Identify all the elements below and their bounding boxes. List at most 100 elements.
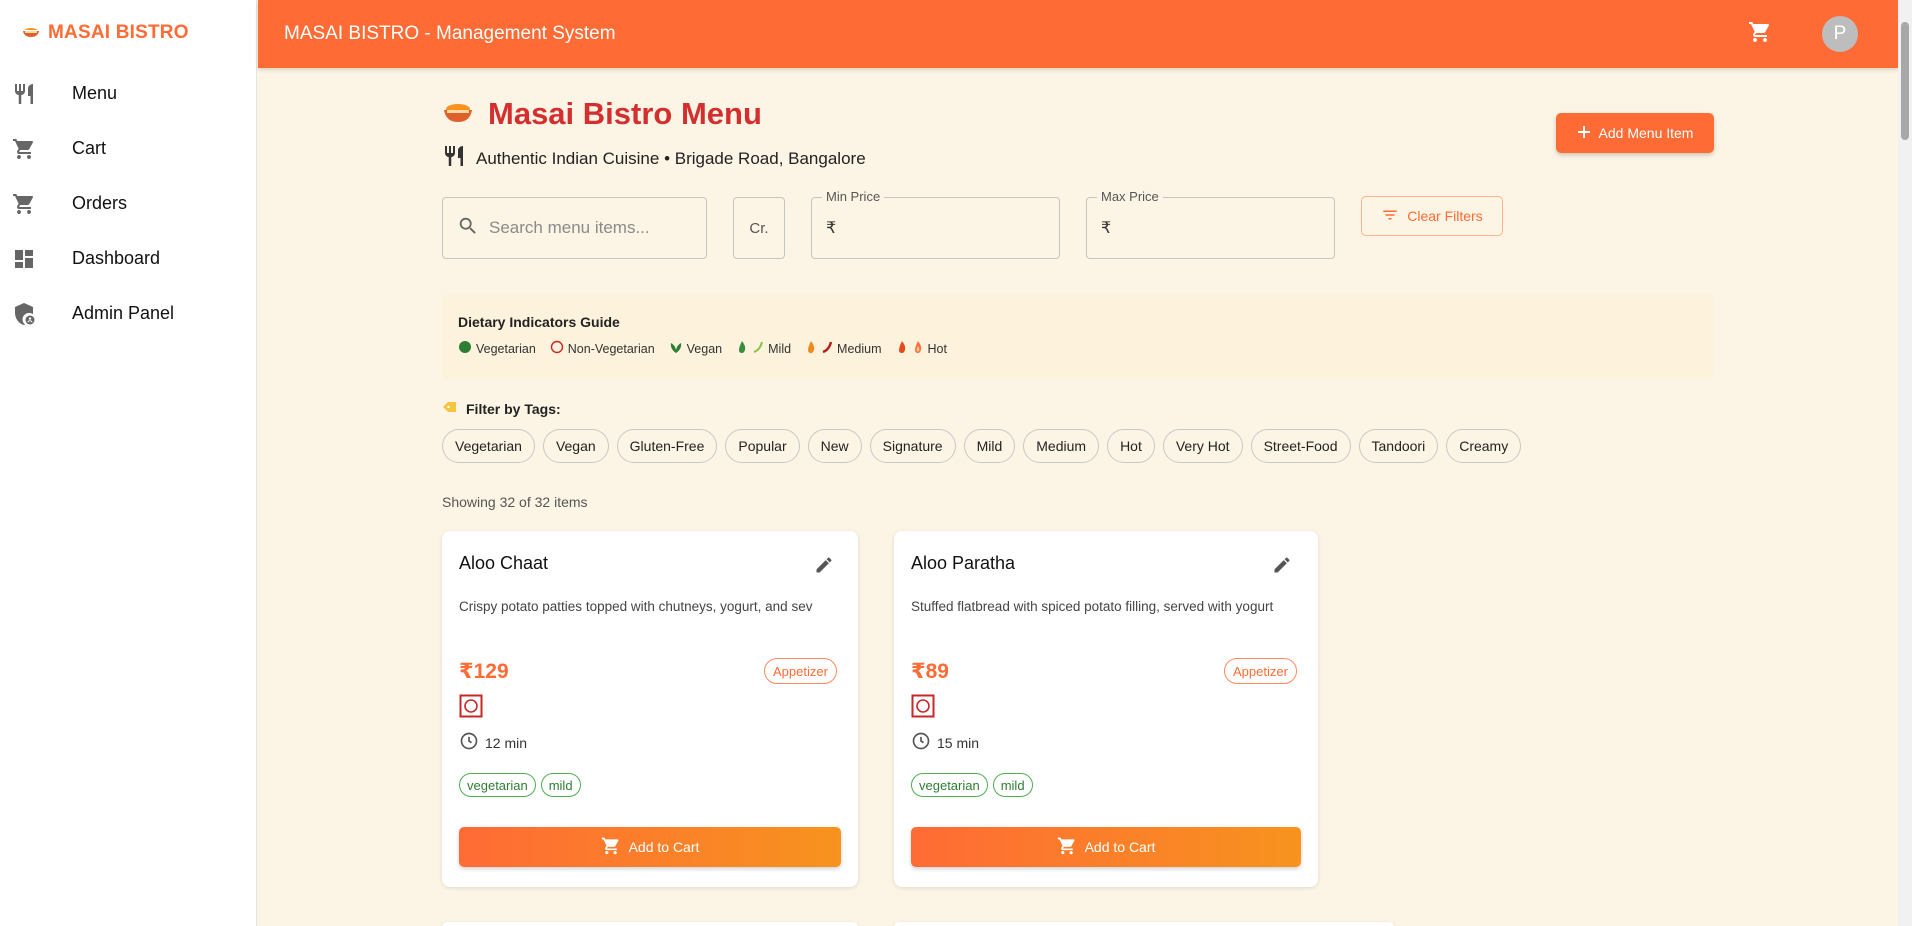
dietary-item-non-vegetarian: Non-Vegetarian: [550, 340, 655, 357]
sidebar-item-label: Admin Panel: [72, 303, 175, 323]
add-menu-item-button[interactable]: Add Menu Item: [1556, 113, 1714, 153]
dietary-guide-items: Vegetarian Non-Vegetarian Vegan Mild Med…: [458, 340, 1698, 357]
tag-chip-medium[interactable]: Medium: [1023, 429, 1100, 463]
clear-filters-button[interactable]: Clear Filters: [1361, 196, 1503, 236]
plus-icon: [1577, 125, 1591, 142]
dietary-item-vegan: Vegan: [669, 340, 722, 357]
main-content: Masai Bistro Menu Authentic Indian Cuisi…: [258, 68, 1898, 926]
tag-chip-street-food[interactable]: Street-Food: [1250, 429, 1351, 463]
edit-icon[interactable]: [1272, 555, 1292, 580]
tag-chip-vegetarian[interactable]: Vegetarian: [442, 429, 535, 463]
header-title: MASAI BISTRO - Management System: [284, 23, 616, 44]
dietary-guide: Dietary Indicators Guide Vegetarian Non-…: [442, 294, 1714, 380]
page-title: Masai Bistro Menu: [488, 96, 762, 131]
sidebar-item-menu[interactable]: Menu: [0, 66, 256, 121]
item-tag: vegetarian: [911, 773, 988, 797]
sidebar-item-dashboard[interactable]: Dashboard: [0, 231, 256, 286]
add-to-cart-button[interactable]: Add to Cart: [459, 827, 841, 867]
scrollbar-thumb[interactable]: [1901, 22, 1909, 140]
tag-chip-mild[interactable]: Mild: [963, 429, 1016, 463]
max-price-field[interactable]: Max Price ₹: [1086, 189, 1335, 259]
prep-time-value: 12 min: [485, 734, 528, 751]
utensils-icon: [442, 144, 466, 173]
tag-chip-new[interactable]: New: [807, 429, 862, 463]
sidebar-item-orders[interactable]: Orders: [0, 176, 256, 231]
min-price-field[interactable]: Min Price ₹: [811, 189, 1060, 259]
dietary-item-hot: Hot: [896, 340, 947, 357]
tag-chip-gluten-free[interactable]: Gluten-Free: [616, 429, 718, 463]
add-menu-item-label: Add Menu Item: [1598, 125, 1694, 141]
page-subtitle-row: Authentic Indian Cuisine • Brigade Road,…: [442, 144, 866, 173]
sidebar-item-cart[interactable]: Cart: [0, 121, 256, 176]
tag-chip-popular[interactable]: Popular: [725, 429, 800, 463]
dietary-item-label: Vegetarian: [476, 341, 536, 356]
add-to-cart-button[interactable]: Add to Cart: [911, 827, 1301, 867]
menu-item-name: Aloo Paratha: [911, 553, 1016, 573]
menu-item-card: [894, 922, 1394, 926]
min-price-label: Min Price: [822, 189, 885, 204]
tag-chip-vegan[interactable]: Vegan: [542, 429, 609, 463]
sidebar-nav: Menu Cart Orders Dashboard Admin Panel: [0, 66, 256, 341]
max-price-label: Max Price: [1097, 189, 1163, 204]
utensils-icon: [0, 82, 72, 106]
search-input[interactable]: [489, 218, 679, 238]
sidebar: MASAI BISTRO Menu Cart Orders Dashboard: [0, 0, 257, 926]
cart-icon: [0, 137, 72, 161]
item-tag: mild: [992, 773, 1033, 797]
dietary-item-medium: Medium: [805, 340, 882, 357]
results-count: Showing 32 of 32 items: [442, 494, 588, 510]
dietary-item-vegetarian: Vegetarian: [458, 340, 536, 357]
tag-filter-chips: Vegetarian Vegan Gluten-Free Popular New…: [442, 429, 1522, 463]
menu-item-category: Appetizer: [1224, 658, 1297, 684]
add-to-cart-label: Add to Cart: [628, 839, 700, 855]
dietary-item-label: Hot: [927, 341, 947, 356]
non-veg-circle-icon: [550, 340, 564, 357]
admin-shield-icon: [0, 302, 72, 326]
item-tag: vegetarian: [459, 773, 536, 797]
item-tag: mild: [540, 773, 581, 797]
avatar[interactable]: P: [1822, 16, 1858, 52]
dietary-item-label: Mild: [768, 341, 792, 356]
sidebar-item-label: Orders: [72, 193, 128, 213]
tag-chip-tandoori[interactable]: Tandoori: [1358, 429, 1439, 463]
menu-item-description: Crispy potato patties topped with chutne…: [459, 599, 813, 614]
menu-item-name: Aloo Chaat: [459, 553, 549, 573]
edit-icon[interactable]: [814, 555, 834, 580]
sidebar-item-admin-panel[interactable]: Admin Panel: [0, 286, 256, 341]
tag-chip-creamy[interactable]: Creamy: [1446, 429, 1522, 463]
menu-item-price: ₹129: [459, 660, 509, 683]
search-field[interactable]: [442, 197, 707, 259]
page-title-row: Masai Bistro Menu: [442, 96, 762, 132]
filter-by-tags-heading: Filter by Tags:: [442, 400, 561, 417]
menu-item-card: Aloo Chaat Crispy potato patties topped …: [442, 531, 858, 887]
dietary-guide-title: Dietary Indicators Guide: [458, 314, 620, 330]
clear-filters-label: Clear Filters: [1407, 208, 1483, 224]
sidebar-item-label: Dashboard: [72, 248, 161, 268]
leaf-icon: [669, 340, 683, 357]
menu-item-description: Stuffed flatbread with spiced potato fil…: [911, 599, 1274, 614]
brand-name: MASAI BISTRO: [48, 22, 189, 43]
max-price-currency: ₹: [1101, 220, 1112, 237]
menu-item-tags: vegetarian mild: [459, 773, 581, 797]
dietary-item-label: Non-Vegetarian: [567, 341, 655, 356]
cart-icon: [601, 836, 621, 859]
tag-icon: [442, 400, 458, 417]
veg-dot-icon: [458, 340, 472, 357]
dietary-item-label: Vegan: [686, 341, 723, 356]
tag-chip-hot[interactable]: Hot: [1107, 429, 1155, 463]
tag-chip-very-hot[interactable]: Very Hot: [1162, 429, 1243, 463]
min-price-currency: ₹: [826, 220, 837, 237]
menu-item-tags: vegetarian mild: [911, 773, 1033, 797]
sort-select[interactable]: Cr.: [733, 197, 785, 259]
filter-list-icon: [1381, 206, 1399, 227]
header-cart-icon[interactable]: [1748, 20, 1772, 49]
search-icon: [457, 215, 479, 242]
clock-icon: [459, 731, 479, 754]
dietary-item-label: Medium: [837, 341, 882, 356]
tag-chip-signature[interactable]: Signature: [869, 429, 956, 463]
brand[interactable]: MASAI BISTRO: [0, 0, 256, 66]
non-veg-indicator-icon: [911, 694, 935, 723]
cart-icon: [1057, 836, 1077, 859]
flame-icon: [896, 340, 908, 357]
page-subtitle: Authentic Indian Cuisine • Brigade Road,…: [476, 148, 866, 168]
